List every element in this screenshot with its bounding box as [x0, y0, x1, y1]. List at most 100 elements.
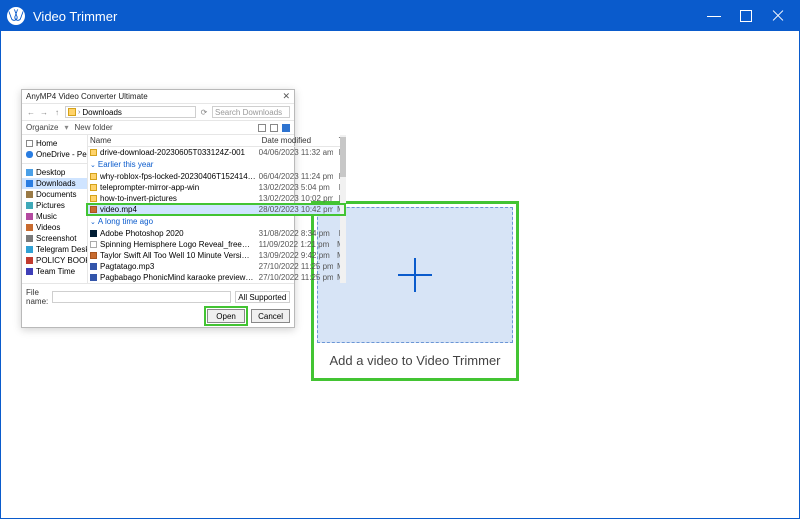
organize-menu[interactable]: Organize	[26, 123, 58, 132]
filename-input[interactable]	[52, 291, 231, 303]
tree-item-label: Downloads	[36, 179, 76, 188]
tree-item[interactable]: OneDrive - Pers…	[22, 149, 87, 160]
file-date: 06/04/2023 11:24 pm	[259, 172, 333, 181]
file-icon	[90, 184, 97, 191]
dialog-title: AnyMP4 Video Converter Ultimate	[26, 92, 148, 101]
file-icon	[90, 230, 97, 237]
filetype-filter[interactable]: All Supported Formats (*.ts;*.m…	[235, 291, 290, 303]
plus-icon	[398, 258, 432, 292]
app-window: Video Trimmer Add a video to Video Trimm…	[0, 0, 800, 519]
file-icon	[90, 195, 97, 202]
tree-item-label: Telegram Desk…	[36, 245, 87, 254]
t-cloud-icon	[26, 151, 33, 158]
tree-item-label: OneDrive - Pers…	[36, 150, 87, 159]
add-video-dropzone[interactable]	[317, 207, 513, 343]
file-row[interactable]: drive-download-20230605T033124Z-00104/06…	[88, 147, 346, 158]
col-name[interactable]: Name	[90, 136, 262, 145]
file-row[interactable]: Adobe Photoshop 202031/08/2022 8:34 pmF	[88, 228, 346, 239]
tree-item-label: Screenshot	[36, 234, 76, 243]
tree-item[interactable]: Screenshot	[22, 233, 87, 244]
t-home-icon	[26, 140, 33, 147]
file-list-header: Name Date modified T	[88, 135, 346, 147]
nav-back-icon[interactable]: ←	[26, 107, 36, 117]
maximize-icon[interactable]	[739, 9, 753, 23]
refresh-icon[interactable]: ⟳	[199, 107, 209, 117]
file-row[interactable]: Pagbabago PhonicMind karaoke preview…27/…	[88, 272, 346, 283]
dropzone-label: Add a video to Video Trimmer	[317, 353, 513, 368]
col-date[interactable]: Date modified	[262, 136, 336, 145]
file-date: 13/02/2023 10:02 pm	[259, 194, 333, 203]
file-row[interactable]: teleprompter-mirror-app-win13/02/2023 5:…	[88, 182, 346, 193]
tree-item-label: Home	[36, 139, 57, 148]
address-bar[interactable]: › Downloads	[65, 106, 196, 118]
breadcrumb: Downloads	[82, 108, 122, 117]
file-row[interactable]: Pagtatago.mp327/10/2022 11:25 pmM	[88, 261, 346, 272]
tree-item[interactable]: POLICY BOOKL…	[22, 255, 87, 266]
nav-forward-icon[interactable]: →	[39, 107, 49, 117]
t-vid-icon	[26, 224, 33, 231]
chevron-down-icon: ⌄	[90, 161, 96, 169]
tree-item[interactable]: Home	[22, 138, 87, 149]
dialog-close-icon[interactable]: ✕	[282, 91, 290, 102]
view-list-icon[interactable]	[258, 124, 266, 132]
close-icon[interactable]	[771, 9, 785, 23]
t-tg-icon	[26, 246, 33, 253]
file-icon	[90, 274, 97, 281]
file-name: how-to-invert-pictures	[100, 194, 256, 203]
file-row[interactable]: Taylor Swift All Too Well 10 Minute Vers…	[88, 250, 346, 261]
file-icon	[90, 252, 97, 259]
tree-item[interactable]: Music	[22, 211, 87, 222]
tree-item[interactable]: Documents	[22, 189, 87, 200]
tree-item[interactable]: Telegram Desk…	[22, 244, 87, 255]
file-date: 31/08/2022 8:34 pm	[259, 229, 333, 238]
file-name: why-roblox-fps-locked-20230406T152414…	[100, 172, 256, 181]
minimize-icon[interactable]	[707, 9, 721, 23]
file-date: 13/02/2023 5:04 pm	[259, 183, 333, 192]
file-name: Spinning Hemisphere Logo Reveal_free…	[100, 240, 256, 249]
new-folder-button[interactable]: New folder	[74, 123, 112, 132]
file-date: 04/06/2023 11:32 am	[259, 148, 333, 157]
file-group-header[interactable]: ⌄Earlier this year	[88, 158, 346, 171]
file-name: Pagtatago.mp3	[100, 262, 256, 271]
tree-item-label: Music	[36, 212, 57, 221]
file-date: 28/02/2023 10:42 pm	[259, 205, 333, 214]
file-group-title: A long time ago	[98, 217, 153, 226]
filename-label: File name:	[26, 288, 48, 306]
tree-item-label: Team Time	[36, 267, 75, 276]
tree-item[interactable]: Team Time	[22, 266, 87, 277]
file-date: 27/10/2022 11:25 pm	[259, 262, 333, 271]
tree-item[interactable]: Desktop	[22, 167, 87, 178]
file-group-header[interactable]: ⌄A long time ago	[88, 215, 346, 228]
file-date: 13/09/2022 9:42 pm	[259, 251, 333, 260]
file-name: video.mp4	[100, 205, 256, 214]
tree-item[interactable]: Pictures	[22, 200, 87, 211]
dialog-toolbar: Organize ▾ New folder	[22, 121, 294, 135]
search-input[interactable]: Search Downloads	[212, 106, 290, 118]
view-details-icon[interactable]	[270, 124, 278, 132]
file-list-scrollbar[interactable]	[340, 135, 346, 283]
file-open-dialog: AnyMP4 Video Converter Ultimate ✕ ← → ↑ …	[21, 89, 295, 328]
nav-up-icon[interactable]: ↑	[52, 107, 62, 117]
chevron-down-icon: ⌄	[90, 218, 96, 226]
cancel-button[interactable]: Cancel	[251, 309, 290, 323]
t-doc-icon	[26, 191, 33, 198]
dialog-titlebar: AnyMP4 Video Converter Ultimate ✕	[22, 90, 294, 104]
open-button[interactable]: Open	[207, 309, 245, 323]
tree-item-label: Documents	[36, 190, 76, 199]
file-row[interactable]: Spinning Hemisphere Logo Reveal_free…11/…	[88, 239, 346, 250]
file-row[interactable]: why-roblox-fps-locked-20230406T152414…06…	[88, 171, 346, 182]
help-icon[interactable]	[282, 124, 290, 132]
file-list[interactable]: Name Date modified T drive-download-2023…	[88, 135, 346, 283]
file-row[interactable]: how-to-invert-pictures13/02/2023 10:02 p…	[88, 193, 346, 204]
file-name: Adobe Photoshop 2020	[100, 229, 256, 238]
dialog-bottom: File name: All Supported Formats (*.ts;*…	[22, 283, 294, 327]
file-row[interactable]: video.mp428/02/2023 10:42 pmM	[88, 204, 346, 215]
folder-tree[interactable]: Home OneDrive - Pers… DesktopDownloads Docu…	[22, 135, 88, 283]
filetype-filter-label: All Supported Formats (*.ts;*.m…	[238, 293, 290, 302]
tree-item[interactable]: Downloads	[22, 178, 87, 189]
file-icon	[90, 263, 97, 270]
file-name: drive-download-20230605T033124Z-001	[100, 148, 256, 157]
t-pic-icon	[26, 202, 33, 209]
file-group-title: Earlier this year	[98, 160, 154, 169]
tree-item[interactable]: Videos	[22, 222, 87, 233]
